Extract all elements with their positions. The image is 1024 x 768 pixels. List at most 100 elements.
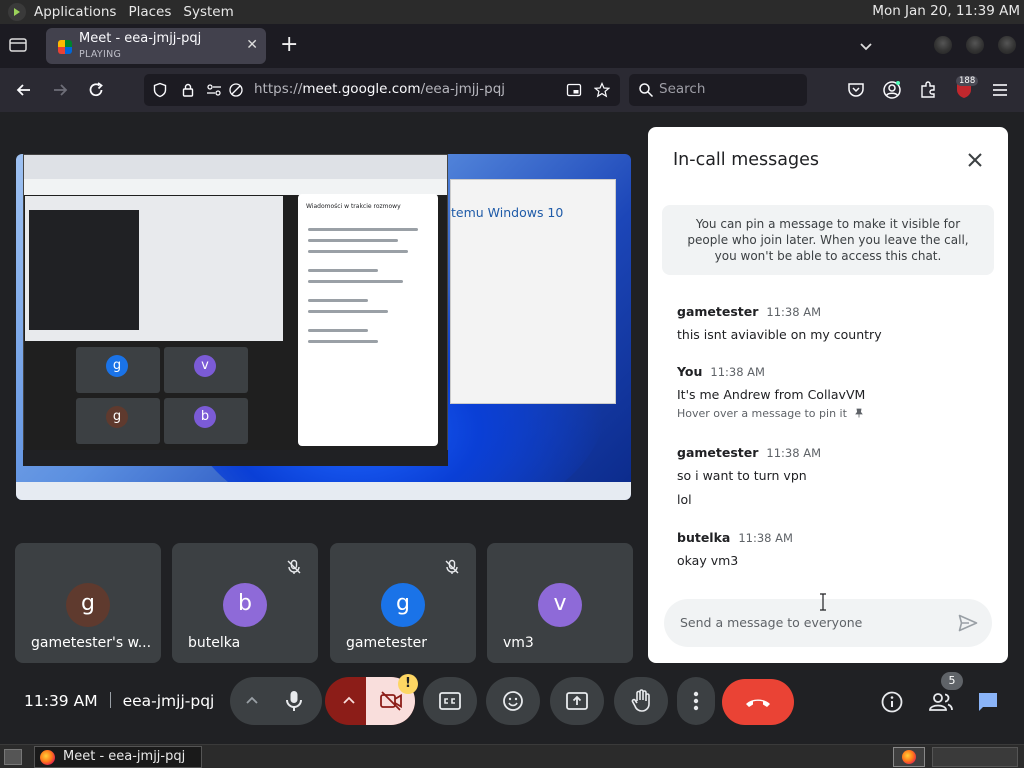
participant-tile[interactable]: b butelka xyxy=(172,543,318,663)
participant-name: vm3 xyxy=(503,635,534,651)
participant-name: gametester xyxy=(346,635,427,651)
panel-clock[interactable]: Mon Jan 20, 11:39 AM xyxy=(872,3,1020,19)
participant-tile[interactable]: v vm3 xyxy=(487,543,633,663)
browser-nav-bar: https://meet.google.com/eea-jmjj-pqj Sea… xyxy=(0,68,1024,112)
picture-in-picture-icon[interactable] xyxy=(566,82,582,98)
tab-list-icon[interactable] xyxy=(8,36,32,58)
chat-icon[interactable] xyxy=(976,690,1000,714)
tracking-protection-shield-icon[interactable] xyxy=(152,82,168,98)
raise-hand-button[interactable] xyxy=(614,677,668,725)
more-options-button[interactable] xyxy=(677,677,715,725)
message-text: It's me Andrew from CollavVM xyxy=(677,387,866,402)
list-all-tabs-chevron-icon[interactable] xyxy=(858,38,874,54)
new-tab-button[interactable]: + xyxy=(280,34,298,56)
message-sender: butelka xyxy=(677,530,731,545)
participant-tile[interactable]: g gametester's w... xyxy=(15,543,161,663)
chat-input-placeholder: Send a message to everyone xyxy=(680,615,863,630)
pin-icon[interactable] xyxy=(854,408,864,418)
applications-menu[interactable]: Applications xyxy=(34,4,116,20)
url-text: https://meet.google.com/eea-jmjj-pqj xyxy=(254,81,506,97)
shared-call-controls xyxy=(23,450,448,466)
camera-blocked-icon[interactable] xyxy=(228,82,244,98)
meeting-info: 11:39 AM eea-jmjj-pqj xyxy=(24,692,214,710)
extension-badge: 188 xyxy=(956,76,979,86)
participant-avatar: v xyxy=(538,583,582,627)
raise-hand-icon xyxy=(631,689,650,712)
places-menu[interactable]: Places xyxy=(128,4,171,20)
browser-tab-strip: Meet - eea-jmjj-pqj PLAYING ✕ + xyxy=(0,24,1024,68)
back-arrow-icon[interactable] xyxy=(14,80,34,100)
camera-warning-badge[interactable]: ! xyxy=(398,674,418,694)
window-maximize-button[interactable] xyxy=(966,36,984,54)
meeting-details-icon[interactable] xyxy=(880,690,904,714)
os-top-panel: Applications Places System Mon Jan 20, 1… xyxy=(0,0,1024,24)
chat-message-input[interactable]: Send a message to everyone xyxy=(664,599,992,647)
tab-close-icon[interactable]: ✕ xyxy=(246,37,258,53)
shared-tile: g xyxy=(76,398,160,444)
window-close-button[interactable] xyxy=(998,36,1016,54)
search-placeholder: Search xyxy=(659,81,706,97)
video-options-chevron-icon[interactable] xyxy=(341,693,357,713)
nested-video-grid xyxy=(29,210,139,330)
send-icon[interactable] xyxy=(958,614,978,632)
system-menu[interactable]: System xyxy=(183,4,233,20)
show-desktop-icon[interactable] xyxy=(4,749,22,765)
pin-hint: Hover over a message to pin it xyxy=(677,407,865,420)
chat-message[interactable]: gametester 11:38 AM so i want to turn vpn… xyxy=(677,442,821,507)
bookmark-star-icon[interactable] xyxy=(593,82,611,98)
screen: Applications Places System Mon Jan 20, 1… xyxy=(0,0,1024,768)
hamburger-menu-icon[interactable] xyxy=(990,80,1010,100)
taskbar-window-firefox[interactable]: Meet - eea-jmjj-pqj ... xyxy=(34,746,202,768)
people-icon[interactable] xyxy=(928,690,953,714)
pocket-icon[interactable] xyxy=(846,80,866,100)
shared-tile: b xyxy=(164,398,248,444)
shared-tile-avatar: v xyxy=(194,355,216,377)
workspace-1[interactable] xyxy=(893,747,925,767)
chat-message[interactable]: gametester 11:38 AM this isnt aviavible o… xyxy=(677,301,882,342)
tab-meet[interactable]: Meet - eea-jmjj-pqj PLAYING ✕ xyxy=(46,28,266,64)
present-screen-icon xyxy=(566,692,588,710)
workspace-2[interactable] xyxy=(932,747,1018,767)
meeting-code: eea-jmjj-pqj xyxy=(122,692,215,710)
message-text: this isnt aviavible on my country xyxy=(677,327,882,342)
lock-icon[interactable] xyxy=(180,82,196,98)
captions-button[interactable] xyxy=(423,677,477,725)
participant-avatar: g xyxy=(381,583,425,627)
mic-muted-icon xyxy=(286,559,302,575)
shared-windows-taskbar xyxy=(16,482,631,500)
extensions-puzzle-icon[interactable] xyxy=(918,80,938,100)
present-screen-button[interactable] xyxy=(550,677,604,725)
distro-logo-icon[interactable] xyxy=(8,3,26,21)
account-icon[interactable] xyxy=(882,80,902,100)
microphone-button[interactable] xyxy=(270,681,318,721)
message-sender: gametester xyxy=(677,445,759,460)
shared-tile: v xyxy=(164,347,248,393)
forward-arrow-icon[interactable] xyxy=(50,80,70,100)
participant-tile[interactable]: g gametester xyxy=(330,543,476,663)
search-icon xyxy=(638,82,654,102)
microphone-icon xyxy=(286,691,302,711)
shared-tile-avatar: g xyxy=(106,406,128,428)
shared-tile: g xyxy=(76,347,160,393)
shared-chat-title: Wiadomości w trakcie rozmowy xyxy=(306,203,401,210)
audio-options-chevron-icon[interactable] xyxy=(244,693,260,713)
permissions-icon[interactable] xyxy=(206,82,222,98)
window-minimize-button[interactable] xyxy=(934,36,952,54)
os-bottom-taskbar: Meet - eea-jmjj-pqj ... xyxy=(0,744,1024,768)
in-call-messages-panel: In-call messages You can pin a message t… xyxy=(648,127,1008,663)
emoji-reactions-button[interactable] xyxy=(486,677,540,725)
chat-message[interactable]: You 11:38 AM It's me Andrew from CollavVM… xyxy=(677,361,865,420)
close-icon[interactable] xyxy=(966,151,984,169)
meet-favicon-icon xyxy=(58,40,72,54)
reload-icon[interactable] xyxy=(86,80,106,100)
microphone-control xyxy=(230,677,322,725)
more-vert-icon xyxy=(693,691,699,711)
shared-screen-video[interactable]: temu Windows 10 g v g b Wiadomości w tra… xyxy=(16,154,631,500)
search-bar[interactable]: Search xyxy=(629,74,807,106)
url-bar[interactable]: https://meet.google.com/eea-jmjj-pqj xyxy=(144,74,620,106)
leave-call-button[interactable] xyxy=(722,679,794,725)
shared-chat-lines xyxy=(298,220,438,343)
chat-message[interactable]: butelka 11:38 AM okay vm3 xyxy=(677,527,793,568)
message-time: 11:38 AM xyxy=(710,365,765,379)
firefox-icon xyxy=(902,750,916,764)
